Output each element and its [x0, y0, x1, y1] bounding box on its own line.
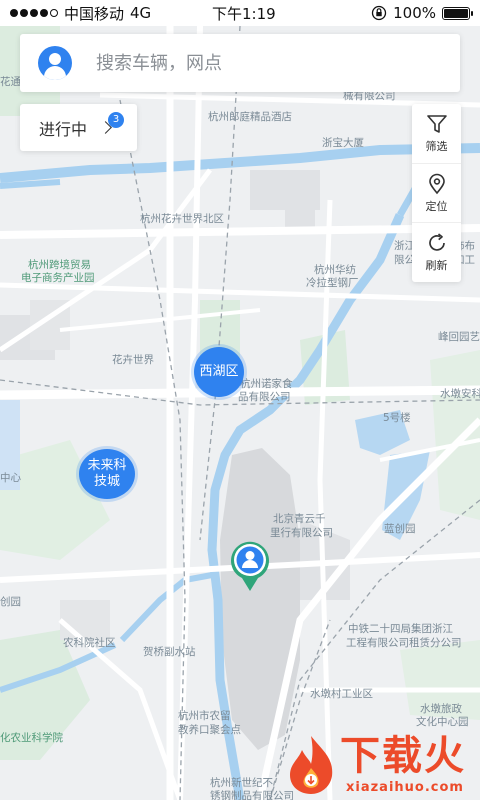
- map-label: 里行有限公司: [270, 527, 333, 539]
- locate-button[interactable]: 定位: [412, 162, 461, 223]
- status-left: 中国移动 4G: [10, 3, 151, 24]
- district-marker-label: 未来科技城: [87, 458, 127, 489]
- map-label: 水墩村工业区: [310, 688, 373, 700]
- watermark-text: 下载火: [340, 733, 466, 779]
- map-label: 冷拉型钢厂: [306, 277, 359, 289]
- map-label: 工程有限公司租赁分公司: [346, 637, 462, 649]
- in-progress-button[interactable]: 进行中 3: [20, 104, 137, 151]
- refresh-label: 刷新: [425, 259, 448, 273]
- map-label: 文化中心园: [416, 716, 469, 728]
- map-label: 杭州跨境贸易: [28, 259, 91, 271]
- filter-icon: [426, 115, 447, 133]
- map-label: 水墩安科: [440, 388, 480, 400]
- district-marker-future-tech-city[interactable]: 未来科技城: [79, 449, 135, 499]
- map-label: 杭州华纺: [314, 264, 356, 276]
- battery-percent: 100%: [393, 4, 436, 22]
- map-label: 杭州花卉世界北区: [140, 213, 224, 225]
- map-label: 花通: [0, 76, 21, 88]
- status-bar: 中国移动 4G 下午1:19 100%: [0, 0, 480, 26]
- district-marker-xihu[interactable]: 西湖区: [194, 347, 244, 397]
- status-right: 100%: [371, 4, 473, 22]
- map-label: 浙宝大厦: [322, 137, 364, 149]
- map-label: 化农业科学院: [0, 732, 63, 744]
- filter-button[interactable]: 筛选: [412, 104, 461, 163]
- map-label: 贺桥副水站: [143, 646, 196, 658]
- battery-fill: [444, 8, 468, 18]
- search-input[interactable]: [96, 52, 426, 74]
- user-avatar-icon[interactable]: [38, 46, 72, 80]
- map-tool-panel: 筛选 定位 刷新: [412, 104, 461, 282]
- user-location-pin-icon[interactable]: [229, 540, 271, 592]
- locate-label: 定位: [425, 199, 448, 213]
- map-label: 蓝创园: [384, 523, 416, 535]
- map-label: 中心: [0, 472, 21, 484]
- filter-label: 筛选: [425, 139, 448, 153]
- watermark-logo: 下载火 xiazaihuo.com: [280, 730, 480, 800]
- map-label: 农科院社区: [63, 637, 116, 649]
- signal-strength-icon: [10, 9, 58, 17]
- map-label: 杭州市农留: [178, 710, 231, 722]
- map-label: 杭州郎庭精品酒店: [208, 111, 292, 123]
- map-label: 杭州诺家食: [240, 378, 293, 390]
- map-label: 峰回园艺: [438, 331, 480, 343]
- carrier-label: 中国移动: [64, 4, 125, 23]
- search-bar[interactable]: [20, 34, 460, 92]
- map-label: 水墩旅政: [420, 703, 462, 715]
- map-label: 电子商务产业园: [21, 272, 95, 284]
- in-progress-label: 进行中: [39, 119, 88, 139]
- network-label: 4G: [130, 4, 152, 22]
- rotation-lock-icon: [371, 5, 387, 21]
- map-label: 杭州新世纪不: [210, 777, 273, 789]
- flame-logo-icon: [290, 736, 333, 794]
- map-label: 北京青云千: [273, 513, 326, 525]
- watermark-url: xiazaihuo.com: [346, 780, 464, 795]
- map-label: 花卉世界: [112, 354, 154, 366]
- refresh-button[interactable]: 刷新: [412, 222, 461, 282]
- map-label: 品有限公司: [238, 391, 291, 403]
- refresh-icon: [428, 233, 445, 251]
- location-icon: [428, 173, 445, 194]
- map-label: 中铁二十四局集团浙江: [348, 623, 453, 635]
- battery-icon: [442, 6, 473, 20]
- map-label: 教养口聚会点: [178, 724, 241, 736]
- clock: 下午1:19: [212, 4, 276, 23]
- map-label: 创园: [0, 596, 21, 608]
- map-label: 5号楼: [383, 412, 411, 424]
